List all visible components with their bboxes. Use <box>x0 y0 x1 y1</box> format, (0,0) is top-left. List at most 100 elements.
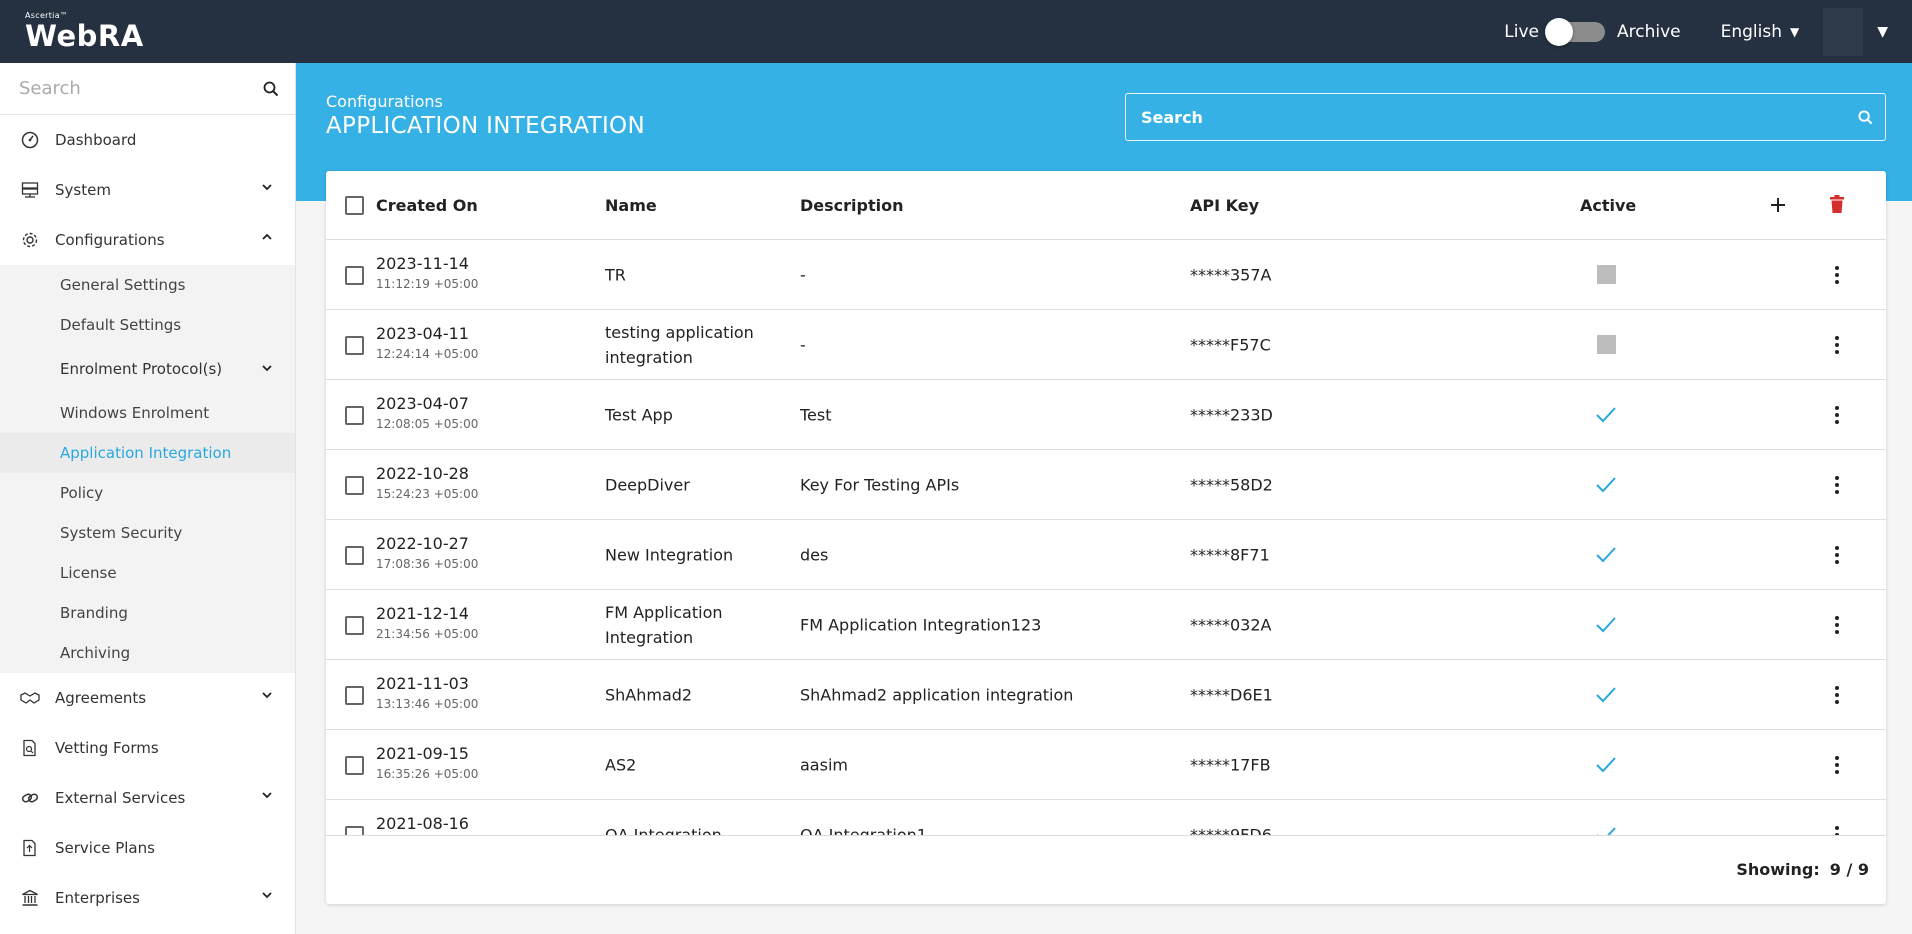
subnav-system-security[interactable]: System Security <box>0 513 295 553</box>
page-title: APPLICATION INTEGRATION <box>326 113 645 139</box>
row-menu-icon[interactable] <box>1834 615 1840 634</box>
table-row[interactable]: 2022-10-27 17:08:36 +05:00 New Integration… <box>326 520 1886 590</box>
user-menu-caret-icon[interactable]: ▼ <box>1877 24 1888 40</box>
table-row[interactable]: 2023-11-14 11:12:19 +05:00 TR - *****357A <box>326 240 1886 310</box>
select-all-checkbox[interactable] <box>345 196 364 215</box>
sidebar: Dashboard System Configurations General … <box>0 63 296 934</box>
row-checkbox[interactable] <box>345 476 364 495</box>
api-key-cell: *****357A <box>1190 265 1272 284</box>
subnav-default-settings[interactable]: Default Settings <box>0 305 295 345</box>
add-icon[interactable] <box>1769 196 1787 214</box>
sidebar-item-label: System <box>55 181 111 199</box>
row-menu-icon[interactable] <box>1834 265 1840 284</box>
sidebar-item-label: Enterprises <box>55 889 140 907</box>
check-icon <box>1596 546 1616 562</box>
name-cell: testing application integration <box>605 322 754 367</box>
active-cell <box>1594 543 1618 567</box>
search-icon[interactable] <box>263 81 279 97</box>
chevron-down-icon <box>262 892 272 899</box>
sidebar-search <box>0 63 295 115</box>
table-row[interactable]: 2023-04-07 12:08:05 +05:00 Test App Test ***… <box>326 380 1886 450</box>
table-row[interactable]: 2023-04-11 12:24:14 +05:00 testing applica… <box>326 310 1886 380</box>
sidebar-nav-lower: Agreements Vetting Forms External Servic… <box>0 673 295 923</box>
table-row[interactable]: 2021-11-03 13:13:46 +05:00 ShAhmad2 ShAhmad… <box>326 660 1886 730</box>
created-time: 21:34:56 +05:00 <box>376 627 479 641</box>
row-checkbox[interactable] <box>345 546 364 565</box>
mode-live-label: Live <box>1504 21 1539 42</box>
sidebar-item-service-plans[interactable]: Service Plans <box>0 823 295 873</box>
subnav-windows-enrolment[interactable]: Windows Enrolment <box>0 393 295 433</box>
subnav-application-integration[interactable]: Application Integration <box>0 433 295 473</box>
showing-value: 9 / 9 <box>1829 860 1869 879</box>
language-selector[interactable]: English ▼ <box>1721 22 1800 42</box>
sidebar-item-system[interactable]: System <box>0 165 295 215</box>
name-cell: AS2 <box>605 755 637 774</box>
subnav-archiving[interactable]: Archiving <box>0 633 295 673</box>
sidebar-nav: Dashboard System Configurations <box>0 115 295 265</box>
table-row[interactable]: 2022-10-28 15:24:23 +05:00 DeepDiver Key Fo… <box>326 450 1886 520</box>
table-body: 2023-11-14 11:12:19 +05:00 TR - *****357A 202… <box>326 240 1886 835</box>
subnav-license[interactable]: License <box>0 553 295 593</box>
sidebar-item-dashboard[interactable]: Dashboard <box>0 115 295 165</box>
subnav-branding[interactable]: Branding <box>0 593 295 633</box>
row-checkbox[interactable] <box>345 406 364 425</box>
created-date: 2023-11-14 <box>376 254 469 273</box>
row-menu-icon[interactable] <box>1834 475 1840 494</box>
created-on-cell: 2021-08-16 <box>376 814 469 835</box>
chevron-down-icon <box>262 692 272 699</box>
search-icon[interactable] <box>1858 109 1873 125</box>
sidebar-item-label: External Services <box>55 789 186 807</box>
row-menu-icon[interactable] <box>1834 405 1840 424</box>
row-checkbox[interactable] <box>345 266 364 285</box>
row-checkbox[interactable] <box>345 756 364 775</box>
link-icon <box>20 788 40 808</box>
row-menu-icon[interactable] <box>1834 685 1840 704</box>
subnav-general-settings[interactable]: General Settings <box>0 265 295 305</box>
created-time: 13:13:46 +05:00 <box>376 697 479 711</box>
row-checkbox[interactable] <box>345 686 364 705</box>
created-date: 2023-04-07 <box>376 394 469 413</box>
sidebar-item-external-services[interactable]: External Services <box>0 773 295 823</box>
active-cell <box>1594 823 1618 835</box>
avatar[interactable] <box>1823 7 1864 56</box>
sidebar-item-agreements[interactable]: Agreements <box>0 673 295 723</box>
table-row[interactable]: 2021-08-16 QA Integration QA Integration1 *… <box>326 800 1886 835</box>
column-description[interactable]: Description <box>800 196 903 215</box>
gear-icon <box>20 230 40 250</box>
column-name[interactable]: Name <box>605 196 657 215</box>
active-cell <box>1594 683 1618 707</box>
subnav-policy[interactable]: Policy <box>0 473 295 513</box>
column-created-on[interactable]: Created On <box>376 196 478 215</box>
breadcrumb[interactable]: Configurations <box>326 92 443 111</box>
table-header: Created On Name Description API Key Acti… <box>326 171 1886 240</box>
sidebar-item-vetting-forms[interactable]: Vetting Forms <box>0 723 295 773</box>
api-key-cell: *****F57C <box>1190 335 1271 354</box>
column-active[interactable]: Active <box>1580 196 1636 215</box>
subnav-label: Enrolment Protocol(s) <box>60 360 223 378</box>
row-checkbox[interactable] <box>345 336 364 355</box>
main-search-input[interactable] <box>1141 107 1841 127</box>
sidebar-item-enterprises[interactable]: Enterprises <box>0 873 295 923</box>
app-logo[interactable]: Ascertia™ WebRA <box>25 11 144 53</box>
live-archive-toggle[interactable] <box>1544 17 1605 46</box>
table-row[interactable]: 2021-12-14 21:34:56 +05:00 FM Application … <box>326 590 1886 660</box>
row-menu-icon[interactable] <box>1834 335 1840 354</box>
showing-count: Showing: 9 / 9 <box>1736 860 1869 879</box>
mode-archive-label: Archive <box>1616 21 1681 42</box>
subnav-enrolment-protocols[interactable]: Enrolment Protocol(s) <box>0 345 295 393</box>
sidebar-item-configurations[interactable]: Configurations <box>0 215 295 265</box>
description-cell: QA Integration1 <box>800 825 927 835</box>
created-date: 2021-08-16 <box>376 814 469 833</box>
row-menu-icon[interactable] <box>1834 755 1840 774</box>
table-row[interactable]: 2021-09-15 16:35:26 +05:00 AS2 aasim *****17… <box>326 730 1886 800</box>
description-cell: des <box>800 545 829 564</box>
active-cell <box>1594 613 1618 637</box>
row-menu-icon[interactable] <box>1834 825 1840 835</box>
column-api-key[interactable]: API Key <box>1190 196 1259 215</box>
row-checkbox[interactable] <box>345 616 364 635</box>
sidebar-search-input[interactable] <box>19 78 239 99</box>
row-menu-icon[interactable] <box>1834 545 1840 564</box>
check-icon <box>1596 406 1616 422</box>
row-checkbox[interactable] <box>345 826 364 835</box>
delete-icon[interactable] <box>1829 194 1845 214</box>
